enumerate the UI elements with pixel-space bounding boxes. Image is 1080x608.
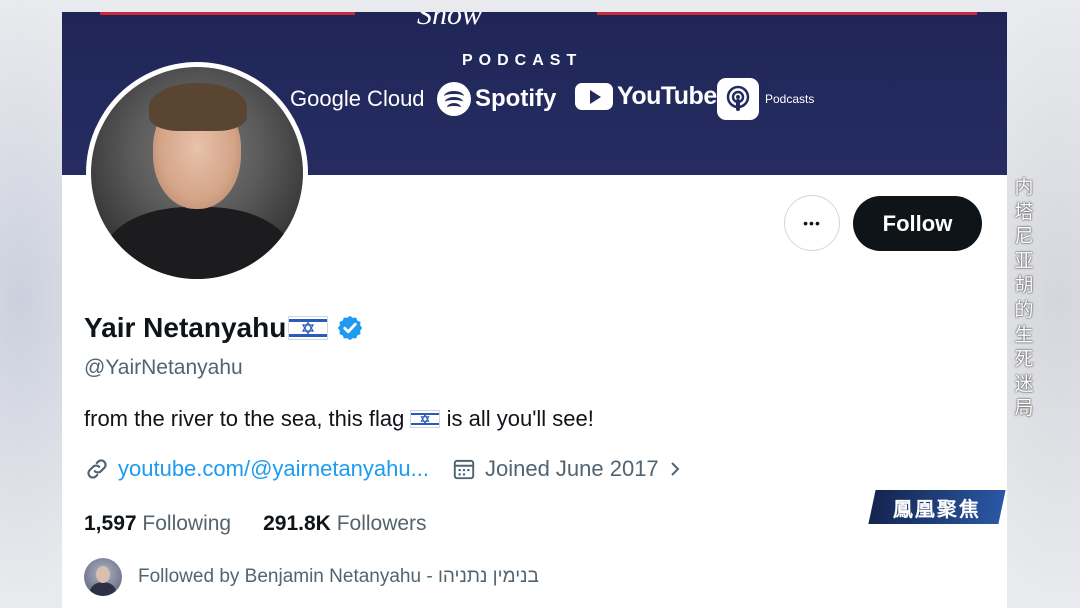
caption-char: 生 (1014, 323, 1034, 346)
banner-red-line-left (100, 12, 355, 15)
youtube-label: YouTube (617, 82, 717, 110)
more-options-button[interactable]: ••• (784, 195, 840, 251)
banner-show-title: Show (417, 12, 483, 31)
avatar-photo (91, 67, 303, 279)
profile-avatar[interactable] (86, 62, 308, 284)
caption-char: 局 (1014, 397, 1034, 420)
website-link-text: youtube.com/@yairnetanyahu... (118, 456, 429, 481)
profile-website-link[interactable]: youtube.com/@yairnetanyahu... (84, 456, 429, 482)
following-count: 1,597 (84, 512, 137, 535)
israel-flag-icon (288, 316, 329, 340)
israel-flag-icon (410, 410, 441, 428)
google-cloud-label: Google Cloud (290, 86, 425, 111)
link-icon (87, 459, 107, 479)
broadcaster-logo: 鳳凰聚焦 (868, 490, 1006, 524)
chevron-right-icon (670, 462, 680, 476)
caption-char: 亚 (1014, 249, 1034, 272)
bio-text-start: from the river to the sea, this flag (84, 406, 411, 431)
caption-char: 死 (1014, 348, 1034, 371)
caption-char: 的 (1014, 298, 1034, 321)
profile-meta: youtube.com/@yairnetanyahu... Joined Jun… (84, 456, 685, 482)
follow-counts: 1,597 Following 291.8K Followers (84, 512, 459, 536)
banner-youtube: YouTube (575, 82, 717, 111)
bio-text-end: is all you'll see! (440, 406, 594, 431)
verified-badge-icon (338, 315, 363, 341)
side-caption: 内 塔 尼 亚 胡 的 生 死 迷 局 (1013, 175, 1035, 421)
display-name-text: Yair Netanyahu (84, 312, 287, 343)
banner-red-line-right (597, 12, 977, 15)
following-label: Following (142, 512, 232, 535)
youtube-icon (575, 83, 613, 110)
caption-char: 塔 (1014, 200, 1034, 223)
podcasts-icon (717, 78, 759, 120)
banner-apple-podcasts: Podcasts (717, 78, 814, 120)
followers-label: Followers (336, 512, 427, 535)
caption-char: 尼 (1014, 225, 1034, 248)
profile-card: Show PODCAST Google Cloud Spotify YouTub… (62, 12, 1007, 608)
follower-avatar (84, 558, 122, 596)
follow-button[interactable]: Follow (853, 196, 982, 251)
banner-podcast-label: PODCAST (462, 52, 583, 69)
profile-bio: from the river to the sea, this flag is … (84, 406, 594, 432)
caption-char: 迷 (1014, 372, 1034, 395)
joined-date[interactable]: Joined June 2017 (451, 456, 685, 482)
caption-char: 内 (1014, 176, 1034, 198)
followed-by-row[interactable]: Followed by Benjamin Netanyahu - בנימין … (84, 558, 539, 596)
spotify-label: Spotify (475, 85, 557, 112)
display-name: Yair Netanyahu (84, 312, 364, 344)
banner-spotify: Spotify (437, 82, 556, 116)
caption-char: 胡 (1014, 274, 1034, 297)
more-icon: ••• (803, 215, 821, 231)
followers-count: 291.8K (263, 512, 331, 535)
joined-text: Joined June 2017 (484, 456, 659, 481)
spotify-icon (437, 82, 471, 116)
calendar-icon (453, 459, 475, 480)
username-handle: @YairNetanyahu (84, 356, 243, 379)
followed-by-text: Followed by Benjamin Netanyahu - בנימין … (138, 566, 539, 587)
broadcaster-logo-text: 鳳凰聚焦 (893, 496, 981, 521)
followers-count-link[interactable]: 291.8K Followers (263, 512, 426, 536)
following-count-link[interactable]: 1,597 Following (84, 512, 231, 536)
banner-google-cloud: Google Cloud (290, 86, 425, 112)
podcasts-label: Podcasts (765, 92, 815, 106)
